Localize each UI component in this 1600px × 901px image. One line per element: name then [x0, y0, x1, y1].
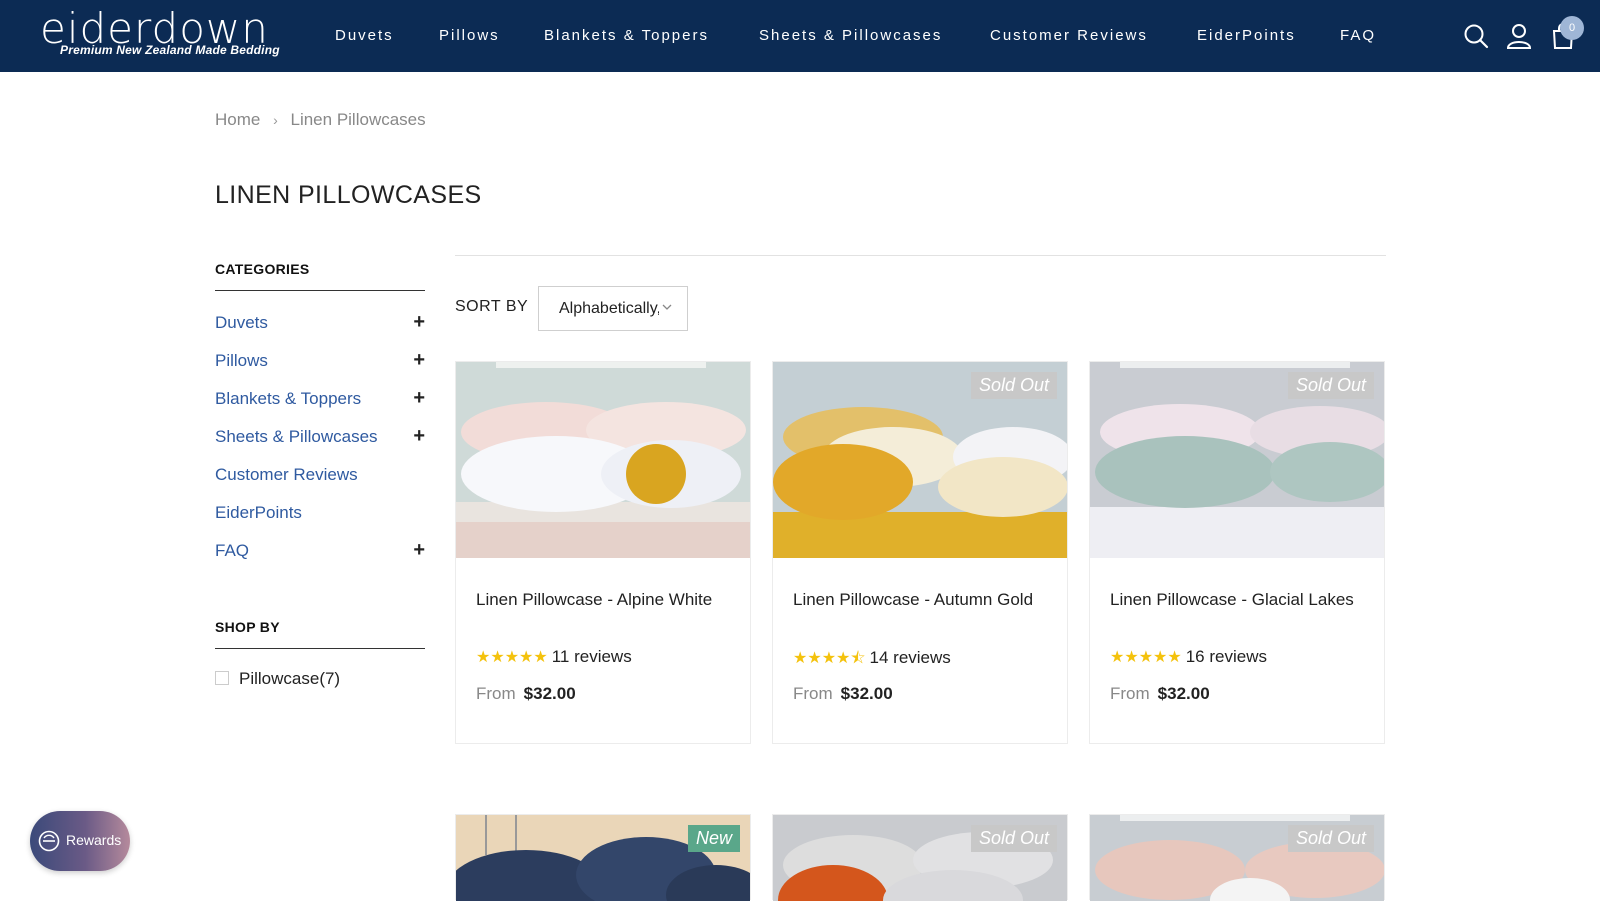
- categories-heading: CATEGORIES: [215, 261, 310, 277]
- product-image[interactable]: Sold Out: [1090, 815, 1384, 901]
- nav-faq[interactable]: FAQ: [1340, 27, 1376, 44]
- star-rating-icon: ★★★★⯪: [793, 650, 866, 667]
- breadcrumb: Home › Linen Pillowcases: [215, 109, 426, 130]
- shop-by-divider: [215, 648, 425, 649]
- sold-out-badge: Sold Out: [970, 825, 1057, 852]
- shop-by-heading: SHOP BY: [215, 619, 280, 635]
- product-title[interactable]: Linen Pillowcase - Alpine White: [476, 587, 726, 613]
- sold-out-badge: Sold Out: [1287, 825, 1374, 852]
- categories-divider: [215, 290, 425, 291]
- plus-icon[interactable]: +: [413, 425, 425, 448]
- product-image[interactable]: Sold Out: [773, 362, 1067, 558]
- price-prefix: From: [1110, 684, 1150, 703]
- plus-icon[interactable]: +: [413, 387, 425, 410]
- cart-count-badge: 0: [1560, 16, 1584, 40]
- filter-count: (7): [319, 669, 341, 688]
- product-card[interactable]: New: [455, 814, 751, 901]
- nav-duvets[interactable]: Duvets: [335, 27, 394, 44]
- product-card[interactable]: Linen Pillowcase - Alpine White ★★★★★ 11 …: [455, 361, 751, 744]
- sort-label: SORT BY: [455, 298, 529, 315]
- plus-icon[interactable]: +: [413, 311, 425, 334]
- price-prefix: From: [793, 684, 833, 703]
- breadcrumb-current: Linen Pillowcases: [290, 109, 426, 129]
- sidebar-item-blankets-toppers[interactable]: Blankets & Toppers +: [215, 387, 425, 410]
- chevron-right-icon: ›: [273, 111, 278, 128]
- nav-eiderpoints[interactable]: EiderPoints: [1197, 27, 1296, 44]
- product-image[interactable]: Sold Out: [773, 815, 1067, 901]
- product-price: From $32.00: [476, 684, 576, 704]
- sidebar-item-customer-reviews[interactable]: Customer Reviews: [215, 465, 425, 485]
- sidebar-item-faq[interactable]: FAQ +: [215, 539, 425, 562]
- product-card[interactable]: Sold Out Linen Pillowcase - Glacial Lake…: [1089, 361, 1385, 744]
- product-card[interactable]: Sold Out Linen Pillowcase - Autumn Gold …: [772, 361, 1068, 744]
- rewards-launcher[interactable]: Rewards: [30, 811, 130, 871]
- price-prefix: From: [476, 684, 516, 703]
- price-value: $32.00: [1157, 684, 1210, 703]
- price-value: $32.00: [840, 684, 893, 703]
- nav-pillows[interactable]: Pillows: [439, 27, 500, 44]
- product-rating: ★★★★★ 16 reviews: [1110, 647, 1267, 667]
- product-image[interactable]: New: [456, 815, 750, 901]
- product-rating: ★★★★⯪ 14 reviews: [793, 647, 951, 674]
- sort-select[interactable]: Alphabetically, A-Z: [538, 286, 688, 331]
- sidebar-item-label: EiderPoints: [215, 503, 302, 522]
- plus-icon[interactable]: +: [413, 539, 425, 562]
- review-count[interactable]: 11 reviews: [552, 647, 632, 666]
- nav-blankets-toppers[interactable]: Blankets & Toppers: [544, 27, 709, 44]
- price-value: $32.00: [523, 684, 576, 703]
- star-rating-icon: ★★★★★: [1110, 649, 1182, 666]
- main-nav: Duvets Pillows Blankets & Toppers Sheets…: [0, 0, 1600, 72]
- rewards-icon: [38, 830, 60, 852]
- filter-pillowcase[interactable]: Pillowcase(7): [215, 669, 340, 689]
- sidebar-item-label: Duvets: [215, 313, 268, 332]
- rewards-label: Rewards: [66, 832, 122, 848]
- sort-selected-value: Alphabetically, A-Z: [559, 300, 659, 317]
- sidebar-item-label: Pillows: [215, 351, 268, 370]
- page-title: LINEN PILLOWCASES: [215, 181, 482, 209]
- new-badge: New: [687, 825, 740, 852]
- product-card[interactable]: Sold Out: [1089, 814, 1385, 901]
- sidebar-item-label: Blankets & Toppers: [215, 389, 362, 408]
- sidebar-item-label: FAQ: [215, 541, 250, 560]
- sidebar-item-label: Customer Reviews: [215, 465, 358, 484]
- site-header: eiderdown Premium New Zealand Made Beddi…: [0, 0, 1600, 72]
- star-rating-icon: ★★★★★: [476, 649, 548, 666]
- product-image[interactable]: [456, 362, 750, 558]
- product-title[interactable]: Linen Pillowcase - Glacial Lakes: [1110, 587, 1360, 613]
- filter-label: Pillowcase: [239, 669, 320, 688]
- product-card[interactable]: Sold Out: [772, 814, 1068, 901]
- user-icon[interactable]: [1505, 22, 1533, 50]
- sidebar-item-eiderpoints[interactable]: EiderPoints: [215, 503, 425, 523]
- search-icon[interactable]: [1462, 22, 1490, 50]
- breadcrumb-home[interactable]: Home: [215, 110, 260, 130]
- product-rating: ★★★★★ 11 reviews: [476, 647, 632, 667]
- sold-out-badge: Sold Out: [1287, 372, 1374, 399]
- product-price: From $32.00: [1110, 684, 1210, 704]
- sidebar-item-duvets[interactable]: Duvets +: [215, 311, 425, 334]
- filter-checkbox[interactable]: [215, 671, 229, 686]
- sold-out-badge: Sold Out: [970, 372, 1057, 399]
- product-title[interactable]: Linen Pillowcase - Autumn Gold: [793, 587, 1043, 613]
- nav-sheets-pillowcases[interactable]: Sheets & Pillowcases: [759, 27, 942, 44]
- review-count[interactable]: 14 reviews: [870, 648, 951, 667]
- plus-icon[interactable]: +: [413, 349, 425, 372]
- chevron-down-icon: [662, 304, 672, 310]
- sidebar-item-pillows[interactable]: Pillows +: [215, 349, 425, 372]
- sidebar-item-label: Sheets & Pillowcases: [215, 427, 378, 446]
- content-top-divider: [455, 255, 1386, 256]
- product-image[interactable]: Sold Out: [1090, 362, 1384, 558]
- review-count[interactable]: 16 reviews: [1186, 647, 1267, 666]
- sidebar-item-sheets-pillowcases[interactable]: Sheets & Pillowcases +: [215, 425, 425, 448]
- product-price: From $32.00: [793, 684, 893, 704]
- nav-customer-reviews[interactable]: Customer Reviews: [990, 27, 1148, 44]
